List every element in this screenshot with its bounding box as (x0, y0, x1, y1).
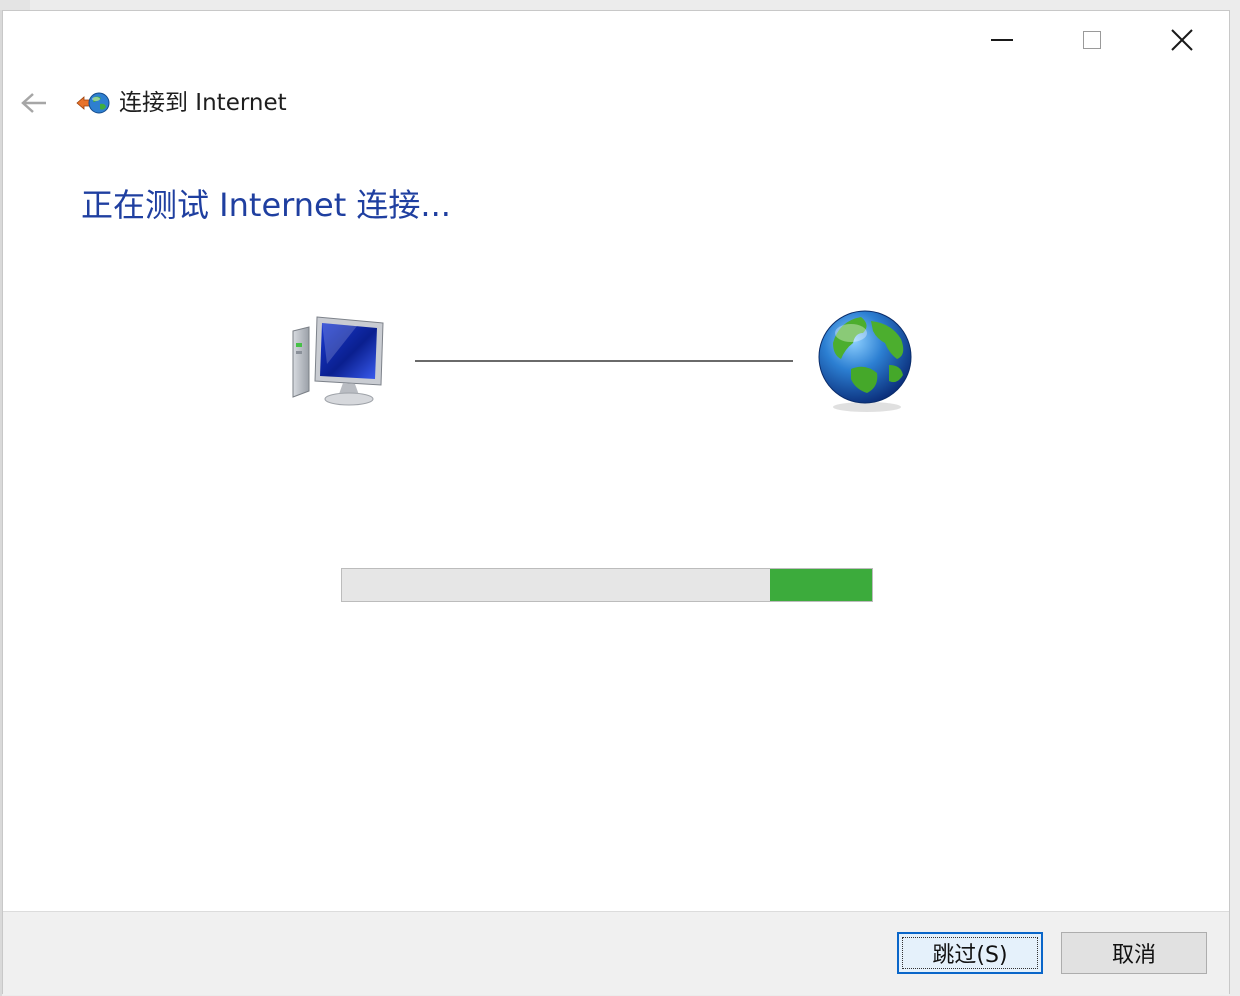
cancel-button[interactable]: 取消 (1061, 932, 1207, 974)
connection-line (415, 360, 793, 362)
back-arrow-icon (21, 93, 46, 113)
skip-button-label: 跳过(S) (932, 943, 1008, 968)
skip-button[interactable]: 跳过(S) (897, 932, 1043, 974)
computer-icon (292, 316, 384, 406)
progress-bar (341, 568, 873, 602)
window-shadow-top (0, 0, 30, 10)
minimize-icon (991, 39, 1013, 41)
maximize-button[interactable] (1047, 11, 1137, 69)
minimize-button[interactable] (957, 11, 1047, 69)
window-title: 连接到 Internet (119, 90, 287, 116)
network-globe-icon (76, 92, 110, 114)
connect-to-internet-dialog: 连接到 Internet 正在测试 Internet 连接... 跳过(S) 取… (2, 10, 1230, 995)
globe-icon (818, 310, 912, 412)
close-icon (1171, 29, 1193, 51)
status-heading: 正在测试 Internet 连接... (81, 186, 451, 224)
back-button[interactable] (17, 89, 51, 117)
maximize-icon (1083, 31, 1101, 49)
progress-indicator (770, 569, 872, 601)
dialog-footer: 跳过(S) 取消 (3, 911, 1229, 995)
close-button[interactable] (1137, 11, 1227, 69)
